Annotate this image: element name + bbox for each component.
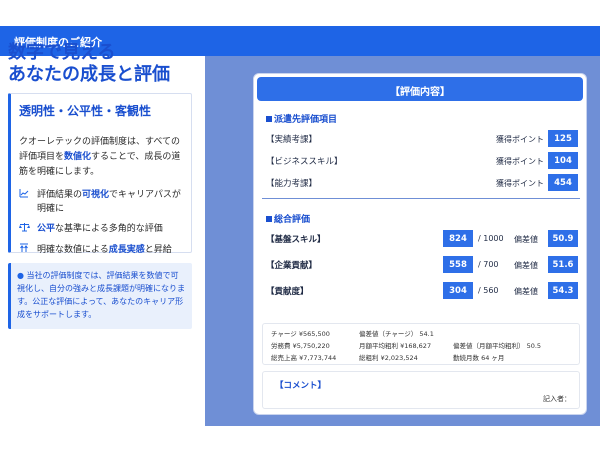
- total-score: 824: [443, 230, 473, 247]
- total-score: 304: [443, 282, 473, 299]
- feature-text: 評価結果の: [37, 190, 83, 200]
- square-icon: [266, 116, 272, 122]
- total-label: 【企業貢献】: [266, 261, 318, 271]
- headline: 数字で見える あなたの成長と評価: [8, 42, 203, 86]
- feature-item: 明確な数値による成長実感と昇給: [19, 243, 183, 258]
- total-max: / 1000: [478, 234, 504, 243]
- stat-total-sales: 総売上高 ¥7,773,744: [271, 354, 337, 362]
- deviation-label: 偏差値: [514, 235, 538, 244]
- panel-title: 【評価内容】: [257, 77, 583, 101]
- total-max: / 560: [478, 286, 499, 295]
- total-label: 【基盤スキル】: [266, 235, 326, 245]
- scale-icon: [19, 222, 33, 237]
- square-icon: [266, 216, 272, 222]
- principles-card: 透明性・公平性・客観性 クオーレテックの評価制度は、すべての評価項目を数値化する…: [8, 93, 192, 255]
- divider: [262, 198, 580, 199]
- feature-text: 明確な数値による: [37, 245, 109, 255]
- feature-item: 公平な基準による多角的な評価: [19, 222, 183, 237]
- evaluation-panel: 【評価内容】 派遣先評価項目 【実績考課】 獲得ポイント 125 【ビジネススキ…: [253, 73, 587, 415]
- card-title: 透明性・公平性・客観性: [19, 104, 152, 118]
- headline-line-2: あなたの成長と評価: [8, 64, 170, 85]
- total-row: 【企業貢献】 558 / 700 偏差値 51.6: [266, 254, 578, 274]
- points-label: 獲得ポイント: [496, 157, 544, 166]
- section-title-dispatch: 派遣先評価項目: [266, 112, 337, 125]
- feature-text: な基準による多角的な評価: [55, 224, 163, 234]
- item-row: 【実績考課】 獲得ポイント 125: [266, 128, 578, 148]
- points-label: 獲得ポイント: [496, 135, 544, 144]
- section-title-overall: 総合評価: [266, 212, 310, 225]
- headline-line-1: 数字で見える: [8, 42, 116, 63]
- total-row: 【貢献度】 304 / 560 偏差値 54.3: [266, 280, 578, 300]
- points-value: 104: [548, 152, 578, 169]
- section-label: 総合評価: [274, 215, 311, 225]
- deviation-label: 偏差値: [514, 261, 538, 270]
- stat-tenure: 勤続月数 64 ヶ月: [453, 354, 505, 362]
- stat-monthly-profit: 月額平均粗利 ¥168,627: [359, 342, 432, 350]
- stat-profit-deviation: 偏差値（月額平均粗利） 50.5: [453, 342, 542, 350]
- stats-box: チャージ ¥565,500 偏差値（チャージ） 54.1 労務費 ¥5,750,…: [262, 323, 580, 365]
- stat-charge: チャージ ¥565,500: [271, 330, 330, 338]
- item-label: 【ビジネススキル】: [266, 157, 343, 167]
- stairs-icon: [19, 243, 33, 258]
- total-label: 【貢献度】: [266, 287, 309, 297]
- feature-text: と昇給: [144, 245, 172, 255]
- lightbulb-icon: ●: [17, 271, 27, 280]
- item-label: 【能力考課】: [266, 179, 318, 189]
- comment-title: 【コメント】: [275, 381, 327, 391]
- info-note: ● 当社の評価制度では、評価結果を数値で可視化し、自分の強みと成長課題が明確にな…: [8, 263, 192, 329]
- stat-charge-deviation: 偏差値（チャージ） 54.1: [359, 330, 434, 338]
- item-row: 【ビジネススキル】 獲得ポイント 104: [266, 150, 578, 170]
- stat-labor-cost: 労務費 ¥5,750,220: [271, 342, 330, 350]
- feature-highlight: 可視化: [82, 190, 110, 200]
- deviation-value: 54.3: [548, 282, 578, 299]
- deviation-label: 偏差値: [514, 287, 538, 296]
- desc-highlight: 数値化: [64, 152, 92, 162]
- total-score: 558: [443, 256, 473, 273]
- section-label: 派遣先評価項目: [274, 115, 338, 125]
- signer-label: 記入者：: [543, 395, 571, 403]
- item-row: 【能力考課】 獲得ポイント 454: [266, 172, 578, 192]
- total-max: / 700: [478, 260, 499, 269]
- points-value: 454: [548, 174, 578, 191]
- evaluation-area: 【評価内容】 派遣先評価項目 【実績考課】 獲得ポイント 125 【ビジネススキ…: [205, 56, 600, 426]
- stat-total-profit: 総粗利 ¥2,023,524: [359, 354, 418, 362]
- points-label: 獲得ポイント: [496, 179, 544, 188]
- item-label: 【実績考課】: [266, 135, 318, 145]
- feature-highlight: 成長実感: [108, 245, 145, 255]
- chart-line-icon: [19, 188, 33, 203]
- feature-highlight: 公平: [37, 224, 56, 234]
- deviation-value: 50.9: [548, 230, 578, 247]
- points-value: 125: [548, 130, 578, 147]
- feature-item: 評価結果の可視化でキャリアパスが明確に: [19, 188, 183, 216]
- card-description: クオーレテックの評価制度は、すべての評価項目を数値化することで、成長の道筋を明確…: [19, 135, 183, 180]
- total-row: 【基盤スキル】 824 / 1000 偏差値 50.9: [266, 228, 578, 248]
- comment-box: 【コメント】 記入者：: [262, 371, 580, 409]
- deviation-value: 51.6: [548, 256, 578, 273]
- note-text: 当社の評価制度では、評価結果を数値で可視化し、自分の強みと成長課題が明確になりま…: [17, 271, 185, 319]
